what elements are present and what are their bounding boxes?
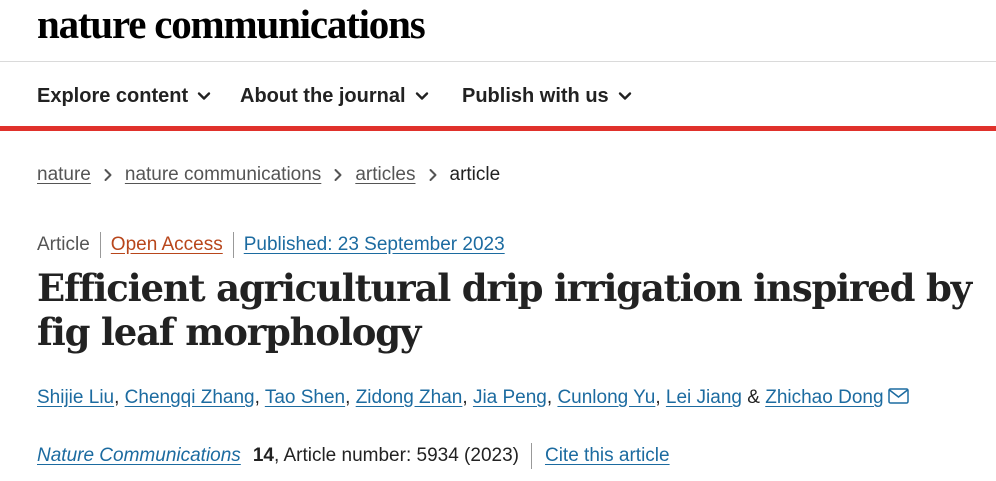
mail-icon[interactable] bbox=[887, 388, 909, 404]
site-logo[interactable]: nature communications bbox=[37, 0, 426, 48]
main-nav: Explore content About the journal Publis… bbox=[0, 62, 996, 131]
published-date-link[interactable]: Published: 23 September 2023 bbox=[234, 232, 505, 258]
author-separator: , bbox=[546, 387, 558, 408]
author-separator: , bbox=[345, 387, 356, 408]
chevron-down-icon bbox=[197, 92, 211, 100]
author-link[interactable]: Zidong Zhan bbox=[356, 387, 463, 408]
nav-about-journal-label: About the journal bbox=[240, 85, 406, 107]
journal-link[interactable]: Nature Communications bbox=[37, 443, 241, 469]
nav-publish-with-us-label: Publish with us bbox=[462, 85, 609, 107]
nav-explore-content-label: Explore content bbox=[37, 85, 189, 107]
citation-details: 14, Article number: 5934 (2023) bbox=[241, 443, 532, 469]
author-separator: , bbox=[655, 387, 666, 408]
author-link[interactable]: Lei Jiang bbox=[666, 387, 742, 408]
author-link[interactable]: Zhichao Dong bbox=[765, 387, 883, 408]
author-link[interactable]: Tao Shen bbox=[265, 387, 345, 408]
author-link[interactable]: Shijie Liu bbox=[37, 387, 114, 408]
article-type: Article bbox=[37, 232, 101, 258]
chevron-right-icon bbox=[321, 163, 355, 187]
author-list: Shijie Liu, Chengqi Zhang, Tao Shen, Zid… bbox=[37, 385, 909, 411]
chevron-down-icon bbox=[415, 92, 428, 100]
citation-article-number: , Article number: 5934 (2023) bbox=[273, 445, 519, 466]
breadcrumb-articles[interactable]: articles bbox=[355, 163, 415, 187]
citation-volume: 14 bbox=[252, 445, 274, 466]
site-header: nature communications bbox=[0, 0, 996, 62]
breadcrumb-current: article bbox=[449, 164, 501, 185]
nav-publish-with-us[interactable]: Publish with us bbox=[462, 84, 632, 108]
chevron-right-icon bbox=[416, 163, 450, 187]
citation-line: Nature Communications 14, Article number… bbox=[37, 443, 670, 469]
author-final-separator: & bbox=[741, 387, 766, 408]
article-title: Efficient agricultural drip irrigation i… bbox=[37, 266, 972, 354]
open-access-link[interactable]: Open Access bbox=[101, 232, 234, 258]
author-separator: , bbox=[114, 387, 125, 408]
author-separator: , bbox=[254, 387, 265, 408]
breadcrumb-nature-communications[interactable]: nature communications bbox=[125, 163, 321, 187]
breadcrumb-nature[interactable]: nature bbox=[37, 163, 91, 187]
author-link[interactable]: Cunlong Yu bbox=[557, 387, 655, 408]
cite-this-article-link[interactable]: Cite this article bbox=[545, 443, 670, 469]
nav-explore-content[interactable]: Explore content bbox=[37, 84, 211, 108]
article-meta: Article Open Access Published: 23 Septem… bbox=[37, 232, 505, 258]
breadcrumb: nature nature communications articles ar… bbox=[37, 163, 500, 187]
author-link[interactable]: Jia Peng bbox=[473, 387, 547, 408]
author-separator: , bbox=[462, 387, 473, 408]
author-link[interactable]: Chengqi Zhang bbox=[125, 387, 255, 408]
chevron-right-icon bbox=[91, 163, 125, 187]
nav-about-journal[interactable]: About the journal bbox=[240, 84, 429, 108]
chevron-down-icon bbox=[618, 92, 631, 100]
